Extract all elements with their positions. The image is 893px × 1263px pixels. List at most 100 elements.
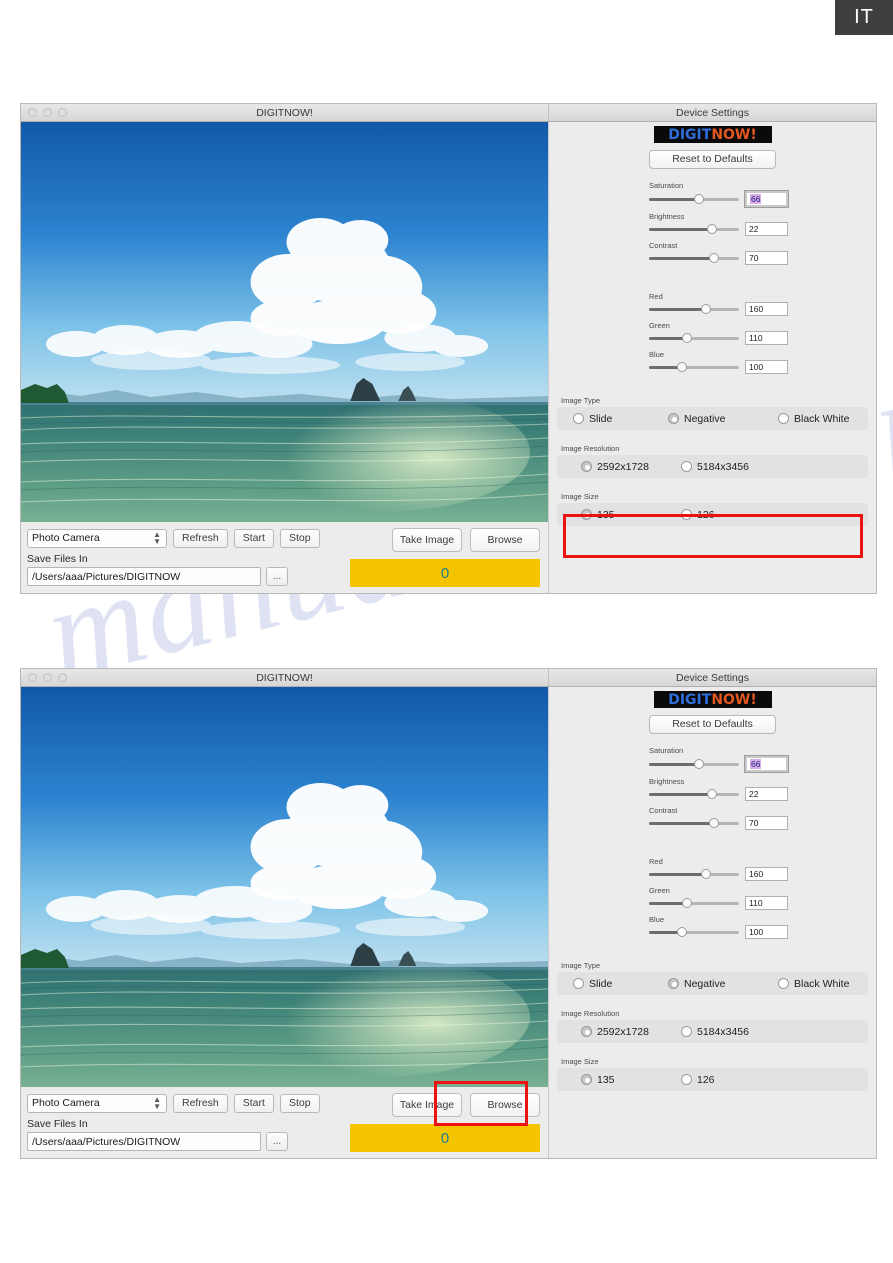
page-title: DIGITNOW! (256, 106, 313, 119)
take-image-button[interactable]: Take Image (392, 1093, 462, 1117)
green-slider[interactable] (649, 898, 739, 908)
browse-button[interactable]: Browse (470, 1093, 540, 1117)
radio-size-135[interactable]: 135 (581, 509, 681, 521)
reset-to-defaults-button[interactable]: Reset to Defaults (649, 715, 776, 734)
slider-saturation: Saturation 66 (649, 181, 868, 208)
radio-label: 2592x1728 (597, 460, 649, 473)
radio-negative[interactable]: Negative (668, 978, 778, 990)
page-title: DIGITNOW! (256, 671, 313, 684)
logo-text-digit: DIGIT (668, 691, 712, 708)
refresh-button[interactable]: Refresh (173, 528, 228, 548)
take-image-button[interactable]: Take Image (392, 528, 462, 552)
slider-red: Red 160 (649, 292, 868, 316)
blue-slider[interactable] (649, 362, 739, 372)
radio-label: 2592x1728 (597, 1025, 649, 1038)
browse-button[interactable]: Browse (470, 528, 540, 552)
radio-icon-selected (668, 413, 679, 424)
chevron-updown-icon: ▲ ▼ (153, 530, 161, 546)
sliders-group-top-1: Saturation 66 Brightness 22 Contrast 70 (557, 181, 868, 265)
image-type-options: Slide Negative Black White (557, 972, 868, 995)
contrast-value-input[interactable]: 70 (745, 251, 788, 265)
sliders-group-top-2: Saturation 66 Brightness 22 Contrast 70 (557, 746, 868, 830)
device-select[interactable]: Photo Camera ▲ ▼ (27, 1093, 167, 1113)
start-button[interactable]: Start (233, 1093, 274, 1113)
image-type-label: Image Type (561, 961, 601, 970)
titlebar-2: DIGITNOW! Device Settings (21, 669, 876, 687)
blue-value-input[interactable]: 100 (745, 925, 788, 939)
radio-size-135[interactable]: 135 (581, 1074, 681, 1086)
slider-label: Brightness (649, 212, 685, 221)
brightness-slider[interactable] (649, 789, 739, 799)
saturation-value-input[interactable]: 66 (744, 190, 789, 208)
radio-icon (681, 1074, 692, 1085)
chevron-updown-icon: ▲ ▼ (153, 1095, 161, 1111)
radio-label: 5184x3456 (697, 1025, 749, 1038)
red-value-input[interactable]: 160 (745, 302, 788, 316)
radio-icon (573, 413, 584, 424)
stop-button[interactable]: Stop (279, 1093, 320, 1113)
slider-green: Green 110 (649, 321, 868, 345)
saturation-slider[interactable] (649, 194, 739, 204)
slider-red: Red 160 (649, 857, 868, 881)
slider-label: Brightness (649, 777, 685, 786)
refresh-button[interactable]: Refresh (173, 1093, 228, 1113)
blue-slider[interactable] (649, 927, 739, 937)
image-resolution-label: Image Resolution (561, 444, 620, 453)
radio-res-2592[interactable]: 2592x1728 (581, 461, 681, 473)
radio-black-white[interactable]: Black White (778, 978, 849, 990)
brightness-slider[interactable] (649, 224, 739, 234)
radio-negative[interactable]: Negative (668, 413, 778, 425)
preview-pane-2: Photo Camera ▲ ▼ Refresh Start Stop Save … (21, 687, 549, 1158)
reset-to-defaults-button[interactable]: Reset to Defaults (649, 150, 776, 169)
radio-black-white[interactable]: Black White (778, 413, 849, 425)
titlebar-app-section-1: DIGITNOW! (21, 104, 549, 121)
device-select[interactable]: Photo Camera ▲ ▼ (27, 528, 167, 548)
saturation-value: 66 (750, 759, 762, 769)
image-resolution-group-2: Image Resolution 2592x1728 5184x3456 (557, 1009, 868, 1043)
image-resolution-label: Image Resolution (561, 1009, 620, 1018)
red-slider[interactable] (649, 869, 739, 879)
contrast-value-input[interactable]: 70 (745, 816, 788, 830)
choose-folder-button[interactable]: ... (266, 567, 288, 586)
radio-icon-selected (581, 1074, 592, 1085)
choose-folder-button[interactable]: ... (266, 1132, 288, 1151)
red-value-input[interactable]: 160 (745, 867, 788, 881)
radio-size-126[interactable]: 126 (681, 1074, 715, 1086)
radio-res-5184[interactable]: 5184x3456 (681, 1026, 749, 1038)
toolbar-1: Photo Camera ▲ ▼ Refresh Start Stop Save … (21, 522, 548, 593)
contrast-slider[interactable] (649, 818, 739, 828)
brightness-value-input[interactable]: 22 (745, 222, 788, 236)
stop-button[interactable]: Stop (279, 528, 320, 548)
image-preview-2 (21, 687, 548, 1087)
radio-res-2592[interactable]: 2592x1728 (581, 1026, 681, 1038)
slider-label: Blue (649, 350, 665, 359)
saturation-slider[interactable] (649, 759, 739, 769)
slider-blue: Blue 100 (649, 350, 868, 374)
language-tab-it[interactable]: IT (835, 0, 893, 35)
radio-slide[interactable]: Slide (573, 413, 668, 425)
saturation-value-input[interactable]: 66 (744, 755, 789, 773)
radio-label: 126 (697, 508, 715, 521)
red-slider[interactable] (649, 304, 739, 314)
radio-res-5184[interactable]: 5184x3456 (681, 461, 749, 473)
green-slider[interactable] (649, 333, 739, 343)
radio-label: 126 (697, 1073, 715, 1086)
save-path-input[interactable]: /Users/aaa/Pictures/DIGITNOW (27, 1132, 261, 1151)
green-value-input[interactable]: 110 (745, 896, 788, 910)
saturation-value: 66 (750, 194, 762, 204)
titlebar-settings-section-2: Device Settings (549, 669, 876, 686)
blue-value-input[interactable]: 100 (745, 360, 788, 374)
start-button[interactable]: Start (233, 528, 274, 548)
device-settings-pane-1: DIGIT NOW! Reset to Defaults Saturation 6… (549, 122, 876, 593)
radio-label: 5184x3456 (697, 460, 749, 473)
radio-slide[interactable]: Slide (573, 978, 668, 990)
brightness-value-input[interactable]: 22 (745, 787, 788, 801)
radio-size-126[interactable]: 126 (681, 509, 715, 521)
image-size-options: 135 126 (557, 1068, 868, 1091)
save-path-input[interactable]: /Users/aaa/Pictures/DIGITNOW (27, 567, 261, 586)
capture-buttons-row-1: Take Image Browse (392, 528, 540, 552)
green-value-input[interactable]: 110 (745, 331, 788, 345)
contrast-slider[interactable] (649, 253, 739, 263)
seascape-photo (21, 687, 548, 1087)
device-select-value: Photo Camera (32, 1097, 100, 1109)
